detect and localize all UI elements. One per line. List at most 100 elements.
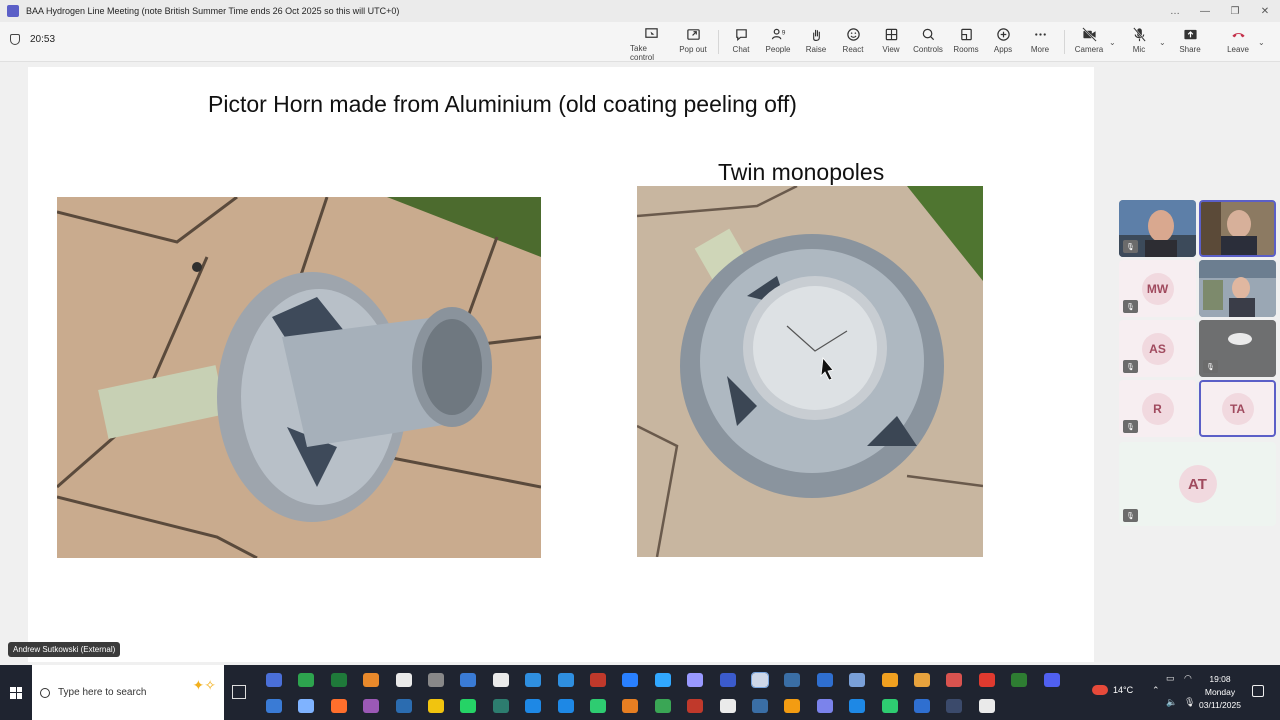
taskbar-app-icon[interactable] (914, 699, 930, 713)
microphone-tray-icon[interactable]: 🎙 (1184, 697, 1195, 708)
participant-tile[interactable] (1199, 200, 1276, 257)
chat-button[interactable]: Chat (728, 26, 754, 60)
participant-tile[interactable]: AT 🎙 (1119, 442, 1276, 526)
camera-options-chevron-icon[interactable]: ⌄ (1109, 38, 1116, 47)
taskbar-app-icon[interactable] (719, 699, 736, 713)
maximize-button[interactable]: ❐ (1220, 0, 1250, 22)
taskbar-app-icon[interactable] (298, 699, 315, 713)
taskbar-app-icon[interactable] (363, 673, 380, 687)
leave-button[interactable]: Leave (1224, 26, 1252, 60)
participant-tile[interactable] (1199, 260, 1276, 317)
taskbar-app-icon[interactable] (460, 673, 477, 687)
react-button[interactable]: React (841, 26, 865, 60)
taskbar-app-icon[interactable] (881, 673, 898, 687)
taskbar-app-icon[interactable] (654, 673, 671, 687)
taskbar-search-box[interactable]: Type here to search ✦✧ (32, 665, 224, 720)
leave-options-chevron-icon[interactable]: ⌄ (1258, 38, 1265, 47)
taskbar-app-icon[interactable] (946, 673, 963, 687)
minimize-button[interactable]: — (1190, 0, 1220, 22)
taskbar-app-icon[interactable] (946, 699, 963, 713)
presenter-name-tag: Andrew Sutkowski (External) (8, 642, 121, 657)
weather-widget[interactable]: 14°C (1092, 685, 1133, 695)
taskbar-app-icon[interactable] (622, 673, 639, 687)
battery-icon[interactable]: ▭ (1166, 673, 1175, 684)
window-more-button[interactable]: … (1160, 0, 1190, 22)
taskbar-app-icon[interactable] (687, 673, 704, 687)
taskbar-app-icon[interactable] (492, 673, 509, 687)
taskbar-app-icon[interactable] (1011, 673, 1028, 687)
pop-out-button[interactable]: Pop out (678, 26, 708, 60)
start-button[interactable] (0, 665, 32, 720)
rooms-button[interactable]: Rooms (952, 26, 980, 60)
taskbar-app-icon[interactable] (849, 699, 866, 713)
raise-hand-button[interactable]: Raise (804, 26, 828, 60)
participant-tile[interactable]: TA (1199, 380, 1276, 437)
participant-tile[interactable]: 🎙 (1119, 200, 1196, 257)
shield-icon (10, 34, 20, 45)
taskbar-app-icon[interactable] (525, 673, 542, 687)
mic-muted-icon: 🎙 (1123, 509, 1138, 522)
rooms-icon (958, 26, 974, 42)
taskbar-app-icon[interactable] (330, 699, 347, 713)
taskbar-app-icon[interactable] (590, 699, 606, 713)
taskbar-app-icon[interactable] (752, 699, 768, 713)
show-hidden-icons-chevron-icon[interactable]: ⌃ (1152, 685, 1160, 696)
apps-button[interactable]: Apps (991, 26, 1015, 60)
taskbar-app-icon[interactable] (590, 673, 606, 687)
toolbar-divider (1064, 30, 1065, 54)
taskbar-app-icon[interactable] (881, 699, 898, 713)
task-view-icon[interactable] (232, 685, 246, 699)
taskbar-app-icon[interactable] (492, 699, 509, 713)
taskbar-app-icon[interactable] (719, 673, 736, 687)
taskbar-app-icon[interactable] (428, 699, 444, 713)
more-button[interactable]: More (1028, 26, 1052, 60)
taskbar-app-icon[interactable] (557, 673, 574, 687)
taskbar-app-icon[interactable] (266, 673, 282, 687)
controls-button[interactable]: Controls (912, 26, 944, 60)
taskbar-app-icon[interactable] (525, 699, 542, 713)
taskbar-app-icon[interactable] (298, 673, 315, 687)
people-button[interactable]: 9 People (764, 26, 792, 60)
take-control-button[interactable]: Take control (630, 26, 672, 62)
taskbar-app-icon[interactable] (428, 673, 444, 687)
leave-phone-icon (1230, 26, 1246, 42)
windows-taskbar: Type here to search ✦✧ 14°C ⌃ ▭ ◠ 🔈 🎙 19… (0, 665, 1280, 720)
taskbar-app-icon[interactable] (784, 673, 801, 687)
taskbar-app-icon[interactable] (654, 699, 671, 713)
volume-icon[interactable]: 🔈 (1166, 697, 1177, 708)
mic-options-chevron-icon[interactable]: ⌄ (1159, 38, 1166, 47)
taskbar-app-icon[interactable] (557, 699, 574, 713)
participant-tile[interactable]: MW 🎙 (1119, 260, 1196, 317)
mic-button[interactable]: Mic (1128, 26, 1150, 60)
wifi-icon[interactable]: ◠ (1184, 673, 1192, 684)
taskbar-app-icon[interactable] (622, 699, 639, 713)
participant-tile[interactable]: AS 🎙 (1119, 320, 1196, 377)
taskbar-app-icon[interactable] (978, 673, 995, 687)
taskbar-app-icon[interactable] (460, 699, 477, 713)
taskbar-app-icon[interactable] (395, 699, 412, 713)
view-button[interactable]: View (879, 26, 903, 60)
taskbar-app-icon[interactable] (978, 699, 995, 713)
participant-tile[interactable]: R 🎙 (1119, 380, 1196, 437)
clock-day: Monday (1204, 687, 1236, 697)
share-button[interactable]: Share (1176, 26, 1204, 60)
participant-tile[interactable]: 🎙 (1199, 320, 1276, 377)
notification-center-icon[interactable] (1252, 685, 1264, 697)
camera-button[interactable]: Camera (1074, 26, 1104, 60)
taskbar-app-icon[interactable] (330, 673, 347, 687)
taskbar-clock[interactable]: 19:08 Monday 03/11/2025 (1196, 673, 1244, 712)
taskbar-app-icon[interactable] (784, 699, 801, 713)
taskbar-app-icon[interactable] (395, 673, 412, 687)
taskbar-app-icon[interactable] (914, 673, 930, 687)
taskbar-app-icon[interactable] (751, 672, 769, 688)
window-title: BAA Hydrogen Line Meeting (note British … (26, 6, 400, 16)
taskbar-app-icon[interactable] (816, 673, 833, 687)
taskbar-app-icon[interactable] (1043, 673, 1060, 687)
taskbar-app-icon[interactable] (849, 673, 866, 687)
participant-avatar: AT (1178, 465, 1217, 503)
taskbar-app-icon[interactable] (266, 699, 282, 713)
taskbar-app-icon[interactable] (816, 699, 833, 713)
taskbar-app-icon[interactable] (687, 699, 704, 713)
close-button[interactable]: ✕ (1250, 0, 1280, 22)
taskbar-app-icon[interactable] (363, 699, 380, 713)
